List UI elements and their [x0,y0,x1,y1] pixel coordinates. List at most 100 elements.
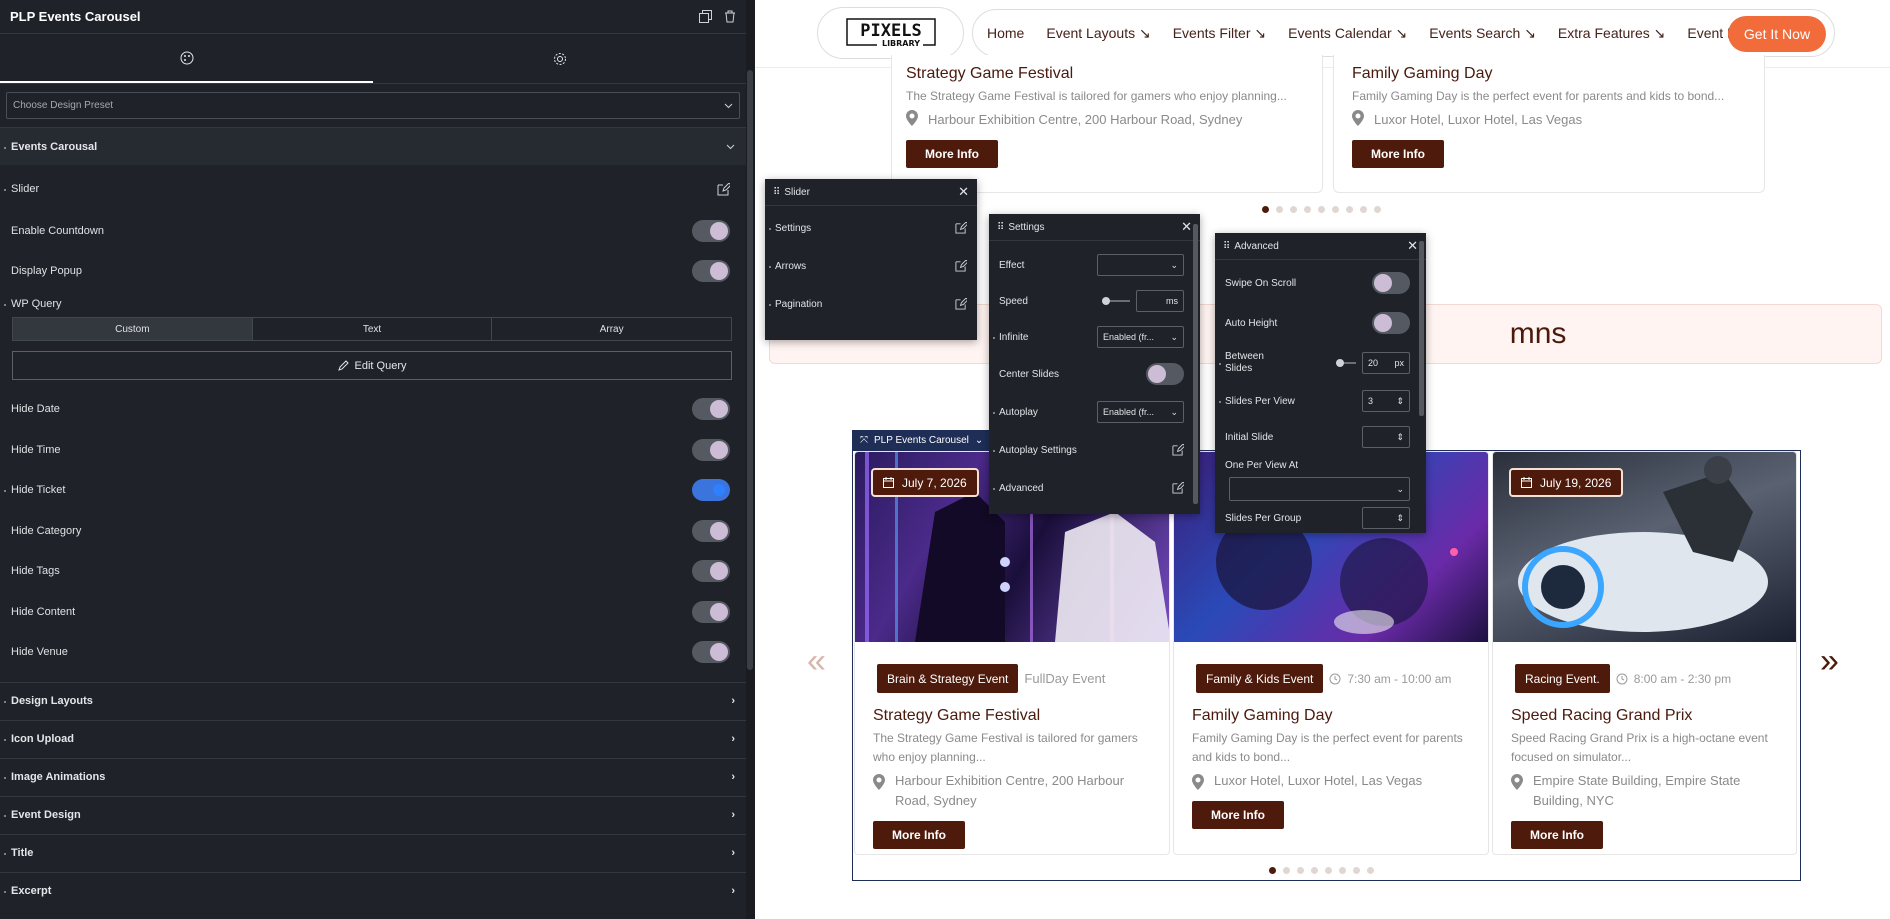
popup-header[interactable]: ⠿ Slider ✕ [765,179,977,206]
nav-event-layouts[interactable]: Event Layouts ↘ [1046,25,1150,42]
more-info-button[interactable]: More Info [1192,801,1284,829]
pagination-dot[interactable] [1311,867,1318,874]
event-title[interactable]: Family Gaming Day [1192,707,1470,725]
more-info-button[interactable]: More Info [906,140,998,168]
popup-header[interactable]: ⠿ Advanced ✕ [1215,233,1426,260]
nav-extra-features[interactable]: Extra Features ↘ [1558,25,1665,42]
speed-slider[interactable] [1102,297,1130,305]
event-category-badge[interactable]: Family & Kids Event [1196,664,1324,693]
hide-tags-toggle[interactable] [692,560,730,583]
event-category-badge[interactable]: Brain & Strategy Event [877,664,1019,693]
pagination-dot[interactable] [1325,867,1332,874]
autoplay-select[interactable]: Enabled (fr... ⌄ [1097,401,1184,423]
more-info-button[interactable]: More Info [1511,821,1603,849]
pagination-dot[interactable] [1318,206,1325,213]
close-icon[interactable]: ✕ [1407,238,1418,254]
drag-handle-icon[interactable]: ⠿ [997,222,1004,233]
event-title[interactable]: Speed Racing Grand Prix [1511,707,1778,725]
carousel-prev-arrow[interactable]: « [807,642,826,681]
display-popup-toggle[interactable] [692,260,730,282]
between-slides-input[interactable]: 20 px [1362,352,1410,374]
edit-icon[interactable] [1172,482,1184,494]
section-title[interactable]: Title › [0,833,746,872]
popup-header[interactable]: ⠿ Settings ✕ [989,214,1200,241]
edit-icon[interactable] [955,298,967,310]
pagination-dot[interactable] [1374,206,1381,213]
more-info-button[interactable]: More Info [873,821,965,849]
carousel-next-arrow[interactable]: » [1820,642,1839,681]
drag-handle-icon[interactable]: ⠿ [1223,241,1230,252]
event-title[interactable]: Family Gaming Day [1352,65,1764,83]
edit-icon[interactable] [717,182,730,196]
nav-events-search[interactable]: Events Search ↘ [1429,25,1536,42]
slides-per-group-input[interactable]: ⇕ [1362,507,1410,529]
nav-home[interactable]: Home [987,25,1024,41]
section-excerpt[interactable]: Excerpt › [0,871,746,910]
editor-scrollbar-thumb[interactable] [747,70,753,670]
tab-custom[interactable]: Custom [13,318,253,340]
pagination-dot[interactable] [1353,867,1360,874]
chevron-down-icon: ⌄ [1396,483,1404,494]
swipe-on-scroll-toggle[interactable] [1372,272,1410,294]
section-image-animations[interactable]: Image Animations › [0,757,746,796]
section-icon-upload[interactable]: Icon Upload › [0,719,746,758]
nav-events-calendar[interactable]: Events Calendar ↘ [1288,25,1407,42]
slides-per-view-input[interactable]: 3 ⇕ [1362,390,1410,412]
event-title[interactable]: Strategy Game Festival [906,65,1322,83]
hide-category-toggle[interactable] [692,519,730,542]
pagination-dot[interactable] [1367,867,1374,874]
design-preset-select[interactable]: Choose Design Preset [6,92,740,119]
section-event-design[interactable]: Event Design › [0,795,746,834]
tab-settings[interactable] [373,34,746,83]
hide-time-toggle[interactable] [692,438,730,461]
edit-icon[interactable] [1172,444,1184,456]
between-slides-slider[interactable] [1336,359,1356,367]
pagination-dot[interactable] [1304,206,1311,213]
drag-handle-icon[interactable]: ⠿ [773,187,780,198]
nav-events-filter[interactable]: Events Filter ↘ [1173,25,1266,42]
close-icon[interactable]: ✕ [958,184,969,200]
close-icon[interactable]: ✕ [1181,219,1192,235]
edit-icon[interactable] [955,260,967,272]
hide-content-toggle[interactable] [692,600,730,623]
hide-date-toggle[interactable] [692,398,730,421]
pagination-dot[interactable] [1269,867,1276,874]
advanced-popup-scrollbar[interactable] [1419,241,1424,416]
speed-input[interactable]: ms [1136,290,1184,312]
get-it-now-button[interactable]: Get It Now [1728,16,1826,52]
section-design-layouts[interactable]: Design Layouts › [0,681,746,720]
duplicate-icon[interactable] [699,10,712,23]
pagination-dot[interactable] [1332,206,1339,213]
trash-icon[interactable] [724,10,736,23]
widget-label[interactable]: ⤧ PLP Events Carousel ⌄ [852,430,992,450]
tab-array[interactable]: Array [492,318,731,340]
pagination-dot[interactable] [1297,867,1304,874]
tab-style[interactable] [0,34,373,83]
edit-query-button[interactable]: Edit Query [12,351,732,380]
pagination-dot[interactable] [1360,206,1367,213]
pagination-dot[interactable] [1290,206,1297,213]
event-image[interactable]: July 19, 2026 [1493,452,1796,642]
pagination-dot[interactable] [1262,206,1269,213]
pagination-dot[interactable] [1346,206,1353,213]
enable-countdown-toggle[interactable] [692,220,730,242]
pagination-dot[interactable] [1339,867,1346,874]
infinite-select[interactable]: Enabled (fr... ⌄ [1097,326,1184,348]
effect-select[interactable]: ⌄ [1097,254,1184,276]
pagination-dot[interactable] [1283,867,1290,874]
edit-icon[interactable] [955,222,967,234]
more-info-button[interactable]: More Info [1352,140,1444,168]
events-carousel-section[interactable]: Events Carousal [0,127,746,165]
event-title[interactable]: Strategy Game Festival [873,707,1151,725]
auto-height-toggle[interactable] [1372,312,1410,334]
tab-text[interactable]: Text [253,318,493,340]
initial-slide-input[interactable]: ⇕ [1362,426,1410,448]
one-per-view-select[interactable]: ⌄ [1229,477,1410,501]
settings-popup-scrollbar[interactable] [1193,224,1198,504]
hide-ticket-toggle[interactable] [692,479,730,502]
hide-venue-toggle[interactable] [692,641,730,664]
center-slides-toggle[interactable] [1146,363,1184,385]
site-logo[interactable]: PIXELS LIBRARY [817,7,964,59]
pagination-dot[interactable] [1276,206,1283,213]
event-category-badge[interactable]: Racing Event. [1515,664,1610,693]
